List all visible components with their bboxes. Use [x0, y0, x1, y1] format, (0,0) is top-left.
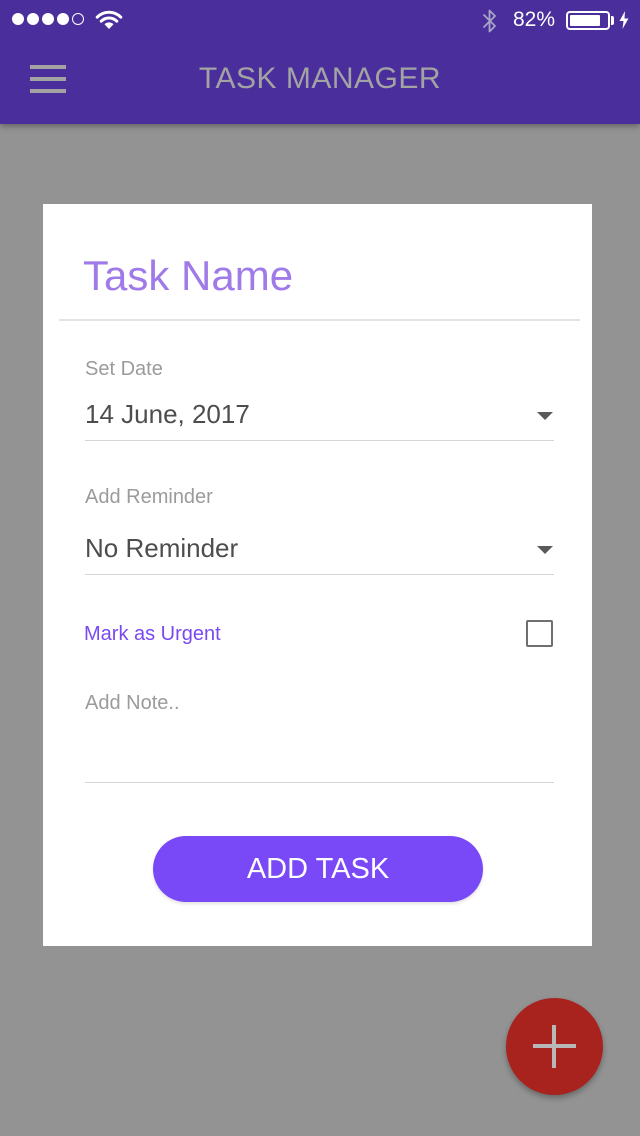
- signal-dot: [27, 13, 39, 25]
- reminder-underline: [85, 574, 554, 575]
- date-chevron-down-icon[interactable]: [537, 412, 553, 420]
- new-task-card: Task Name Set Date 14 June, 2017 Add Rem…: [43, 204, 592, 946]
- add-fab-button[interactable]: [506, 998, 603, 1095]
- app-bar: 82% TASK MANAGER: [0, 0, 640, 124]
- signal-dot: [72, 13, 84, 25]
- app-title: TASK MANAGER: [198, 62, 442, 95]
- charging-bolt-icon: [619, 11, 629, 29]
- plus-icon: [552, 1025, 556, 1068]
- add-task-button[interactable]: ADD TASK: [153, 836, 483, 902]
- battery-level: [570, 15, 600, 26]
- battery-percentage: 82%: [513, 8, 556, 31]
- reminder-chevron-down-icon[interactable]: [537, 546, 553, 554]
- urgent-checkbox[interactable]: [526, 620, 553, 647]
- task-name-input[interactable]: Task Name: [83, 252, 293, 300]
- signal-dot: [57, 13, 69, 25]
- bluetooth-icon: [483, 9, 496, 33]
- date-dropdown-value[interactable]: 14 June, 2017: [85, 399, 250, 430]
- battery-nub: [611, 16, 614, 25]
- battery-icon: [566, 11, 610, 30]
- set-date-label: Set Date: [85, 358, 163, 380]
- task-name-underline: [59, 319, 580, 321]
- add-note-input[interactable]: [85, 692, 554, 783]
- status-bar: 82%: [0, 0, 640, 40]
- wifi-icon: [95, 10, 123, 29]
- date-underline: [85, 440, 554, 441]
- mark-urgent-label[interactable]: Mark as Urgent: [84, 623, 221, 646]
- reminder-dropdown-value[interactable]: No Reminder: [85, 533, 238, 564]
- add-reminder-label: Add Reminder: [85, 486, 213, 508]
- signal-dot: [12, 13, 24, 25]
- signal-strength-icon: [12, 13, 84, 25]
- signal-dot: [42, 13, 54, 25]
